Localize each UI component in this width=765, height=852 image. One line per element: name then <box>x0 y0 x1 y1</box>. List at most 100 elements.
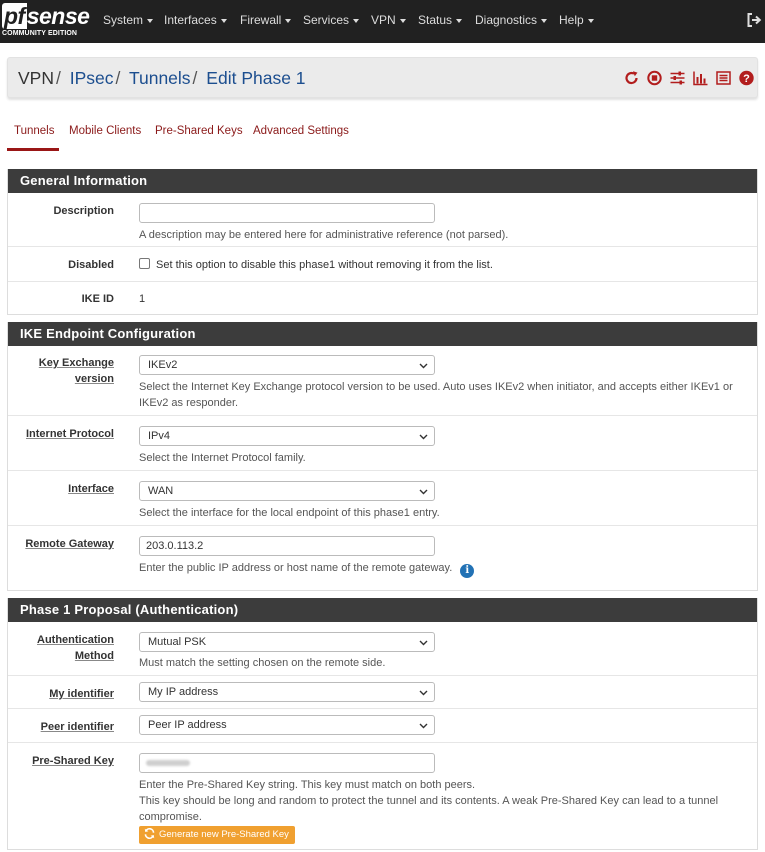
menu-interfaces[interactable]: Interfaces <box>164 0 227 43</box>
remote-gateway-input[interactable]: 203.0.113.2 <box>139 536 435 556</box>
key-exchange-select[interactable]: IKEv2 <box>139 355 435 375</box>
peer-identifier-select[interactable]: Peer IP address <box>139 715 435 735</box>
page-header: VPN / IPsec / Tunnels / Edit Phase 1 ? <box>7 57 758 98</box>
help-line: Enter the Pre-Shared Key string. This ke… <box>139 779 476 791</box>
help-line: compromise. <box>139 811 202 823</box>
disabled-checkbox[interactable] <box>139 258 150 269</box>
menu-label: Help <box>559 13 584 27</box>
description-input[interactable] <box>139 203 435 223</box>
breadcrumb-separator: / <box>115 68 121 88</box>
help-line: Select the Internet Key Exchange protoco… <box>139 381 733 393</box>
breadcrumb: VPN / IPsec / Tunnels / Edit Phase 1 <box>18 68 306 89</box>
disabled-label: Disabled <box>68 259 114 271</box>
svg-text:?: ? <box>743 73 750 85</box>
logo-edition: COMMUNITY EDITION <box>2 30 78 37</box>
description-label: Description <box>53 205 114 217</box>
caret-down-icon <box>285 18 292 23</box>
selected-value: IPv4 <box>148 430 171 442</box>
label-line: Method <box>74 650 114 662</box>
chevron-down-icon <box>419 363 428 369</box>
info-icon[interactable]: i <box>460 564 475 578</box>
breadcrumb-separator: / <box>192 68 198 88</box>
my-identifier-label[interactable]: My identifier <box>49 686 114 702</box>
chevron-down-icon <box>419 489 428 495</box>
logo-pf: pf <box>2 3 27 29</box>
sign-out-icon[interactable] <box>746 12 762 28</box>
row-peer-identifier: Peer identifier Peer IP address <box>8 709 757 743</box>
interface-select[interactable]: WAN <box>139 481 435 501</box>
row-ike-id: IKE ID 1 <box>8 282 757 314</box>
caret-down-icon <box>220 18 227 23</box>
log-icon[interactable] <box>715 70 732 86</box>
menu-diagnostics[interactable]: Diagnostics <box>475 0 548 43</box>
selected-value: Peer IP address <box>148 719 227 731</box>
menu-label: Services <box>303 13 350 27</box>
tab-pre-shared-keys[interactable]: Pre-Shared Keys <box>155 125 243 137</box>
menu-system[interactable]: System <box>103 0 154 43</box>
logo-sense: sense <box>26 3 90 29</box>
active-tab-indicator <box>7 148 59 151</box>
row-my-identifier: My identifier My IP address <box>8 676 757 709</box>
sliders-icon[interactable] <box>669 70 686 86</box>
menu-firewall[interactable]: Firewall <box>240 0 292 43</box>
chart-icon[interactable] <box>692 70 709 86</box>
menu-vpn[interactable]: VPN <box>371 0 406 43</box>
menu-help[interactable]: Help <box>559 0 594 43</box>
my-identifier-select[interactable]: My IP address <box>139 682 435 702</box>
chevron-down-icon <box>419 640 428 646</box>
panel-general-information: General Information Description A descri… <box>7 169 758 315</box>
help-icon[interactable]: ? <box>738 70 755 86</box>
label-line: Authentication <box>37 634 114 646</box>
tab-mobile-clients[interactable]: Mobile Clients <box>69 125 141 137</box>
generate-psk-button[interactable]: Generate new Pre-Shared Key <box>139 826 295 844</box>
internet-protocol-help: Select the Internet Protocol family. <box>139 452 306 464</box>
chevron-down-icon <box>419 690 428 696</box>
authentication-method-label[interactable]: Authentication Method <box>37 632 114 664</box>
caret-down-icon <box>353 18 360 23</box>
description-help: A description may be entered here for ad… <box>139 229 509 241</box>
interface-label[interactable]: Interface <box>68 481 114 497</box>
breadcrumb-tunnels[interactable]: Tunnels <box>129 68 191 88</box>
help-line: IKEv2 as responder. <box>139 397 239 409</box>
caret-down-icon <box>399 18 406 23</box>
row-interface: Interface WAN Select the interface for t… <box>8 471 757 526</box>
menu-services[interactable]: Services <box>303 0 360 43</box>
section-title: Phase 1 Proposal (Authentication) <box>8 598 757 622</box>
label-line: version <box>74 373 114 385</box>
panel-phase1-proposal: Phase 1 Proposal (Authentication) Authen… <box>7 598 758 850</box>
selected-value: Mutual PSK <box>148 636 207 648</box>
pre-shared-key-label[interactable]: Pre-Shared Key <box>32 753 114 769</box>
remote-gateway-help: Enter the public IP address or host name… <box>139 562 453 574</box>
refresh-icon <box>144 827 155 840</box>
internet-protocol-label[interactable]: Internet Protocol <box>26 426 114 442</box>
row-authentication-method: Authentication Method Mutual PSK Must ma… <box>8 622 757 676</box>
panel-ike-endpoint: IKE Endpoint Configuration Key Exchange … <box>7 322 758 591</box>
menu-status[interactable]: Status <box>418 0 463 43</box>
ike-id-value: 1 <box>139 293 146 305</box>
breadcrumb-vpn: VPN <box>18 68 54 88</box>
label-line: Key Exchange <box>38 357 114 369</box>
internet-protocol-select[interactable]: IPv4 <box>139 426 435 446</box>
peer-identifier-label[interactable]: Peer identifier <box>41 719 114 735</box>
section-title: IKE Endpoint Configuration <box>8 322 757 346</box>
stop-icon[interactable] <box>646 70 663 86</box>
pfsense-logo[interactable]: pfsense COMMUNITY EDITION <box>2 3 90 39</box>
authentication-method-select[interactable]: Mutual PSK <box>139 632 435 652</box>
row-remote-gateway: Remote Gateway 203.0.113.2 Enter the pub… <box>8 526 757 590</box>
top-navbar: pfsense COMMUNITY EDITION System Interfa… <box>0 0 765 43</box>
key-exchange-label[interactable]: Key Exchange version <box>39 355 114 387</box>
tab-bar: Tunnels Mobile Clients Pre-Shared Keys A… <box>7 118 758 153</box>
breadcrumb-ipsec[interactable]: IPsec <box>70 68 114 88</box>
remote-gateway-label[interactable]: Remote Gateway <box>25 536 114 552</box>
selected-value: WAN <box>148 485 174 497</box>
tab-advanced-settings[interactable]: Advanced Settings <box>253 125 349 137</box>
tab-tunnels[interactable]: Tunnels <box>14 125 55 137</box>
disabled-text: Set this option to disable this phase1 w… <box>156 259 493 271</box>
breadcrumb-edit-phase1[interactable]: Edit Phase 1 <box>206 68 305 88</box>
restart-icon[interactable] <box>623 70 640 86</box>
masked-key-value <box>146 760 190 766</box>
pre-shared-key-input[interactable] <box>139 753 435 773</box>
selected-value: IKEv2 <box>148 359 178 371</box>
caret-down-icon <box>147 18 154 23</box>
help-line: This key should be long and random to pr… <box>139 795 719 807</box>
